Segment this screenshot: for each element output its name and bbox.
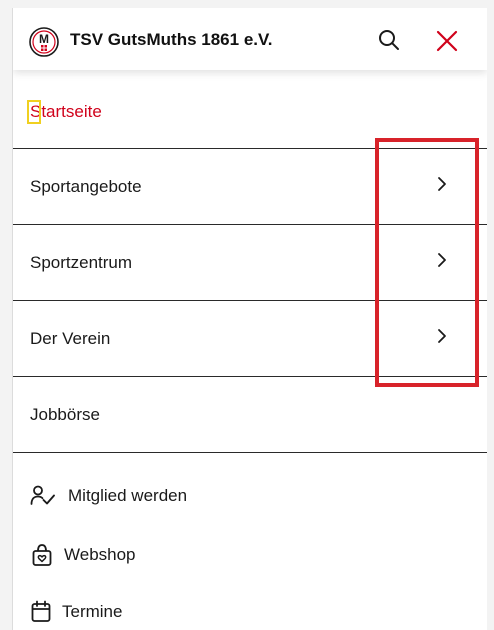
chevron-right-icon[interactable] [435,251,449,269]
member-signup-label: Mitglied werden [68,486,188,505]
menu-header: M TSV GutsMuths 1861 e.V. [13,8,487,70]
svg-text:M: M [39,32,49,46]
chevron-right-icon[interactable] [435,327,449,345]
text-cursor-marker [27,100,41,124]
webshop-link[interactable]: Webshop [30,541,230,571]
club-logo: M [29,27,59,57]
brand-name[interactable]: TSV GutsMuths 1861 e.V. [70,30,273,50]
nav-item-sportangebote[interactable]: Sportangebote [13,149,487,224]
nav-item-jobboerse[interactable]: Jobbörse [13,377,487,452]
nav-item-der-verein[interactable]: Der Verein [13,301,487,376]
search-icon[interactable] [377,28,401,52]
mobile-menu-panel: M TSV GutsMuths 1861 e.V. Startseite Spo… [12,8,487,630]
events-link[interactable]: Termine [30,598,230,628]
nav-item-sportzentrum[interactable]: Sportzentrum [13,225,487,300]
webshop-label: Webshop [64,545,136,564]
calendar-icon [31,600,51,622]
nav-item-label: Jobbörse [30,405,100,424]
member-check-icon [30,485,55,505]
shopping-bag-icon [32,544,52,566]
chevron-right-icon[interactable] [435,175,449,193]
member-signup-link[interactable]: Mitglied werden [30,482,230,512]
close-icon[interactable] [435,29,459,53]
nav-item-label: Sportangebote [30,177,142,196]
nav-item-label: Der Verein [30,329,111,348]
nav-item-label: Sportzentrum [30,253,133,272]
events-label: Termine [62,602,123,621]
divider [13,452,487,453]
